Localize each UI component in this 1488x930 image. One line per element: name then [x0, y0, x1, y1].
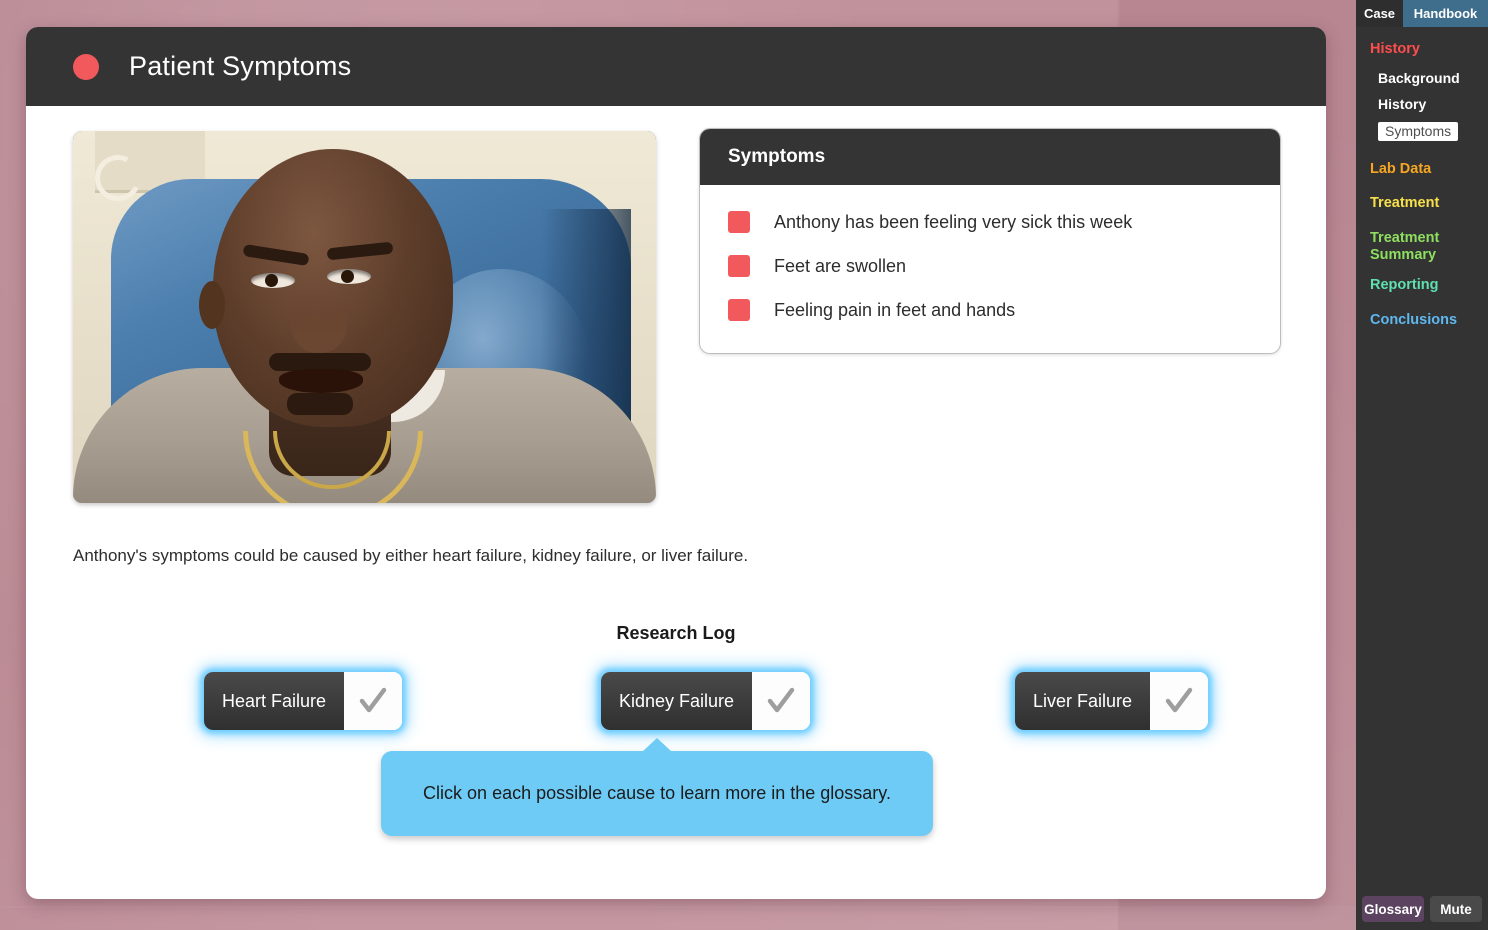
symptoms-panel: Symptoms Anthony has been feeling very s… — [699, 128, 1281, 354]
instruction-callout: Click on each possible cause to learn mo… — [381, 751, 933, 836]
narrative-text: Anthony's symptoms could be caused by ei… — [73, 546, 749, 565]
list-item: Feeling pain in feet and hands — [728, 299, 1252, 321]
photo-patient-mouth — [279, 369, 363, 393]
instruction-callout-text: Click on each possible cause to learn mo… — [423, 783, 891, 803]
photo-patient-ear — [199, 281, 225, 329]
symptoms-list: Anthony has been feeling very sick this … — [700, 185, 1280, 353]
symptom-text: Feet are swollen — [774, 255, 907, 276]
sidebar-item-conclusions[interactable]: Conclusions — [1356, 312, 1488, 329]
symptom-bullet-icon — [728, 211, 750, 233]
photo-patient-eye-right — [327, 269, 371, 284]
glossary-button[interactable]: Glossary — [1362, 896, 1424, 922]
sidebar-item-treatment[interactable]: Treatment — [1356, 195, 1488, 212]
sidebar-nav: History Background History Symptoms Lab … — [1356, 27, 1488, 930]
cause-label[interactable]: Liver Failure — [1015, 672, 1151, 730]
sidebar-bottom-bar: Glossary Mute — [1356, 896, 1488, 922]
cause-chip-kidney-failure[interactable]: Kidney Failure — [601, 672, 811, 730]
photo-patient-nose — [291, 289, 347, 353]
card-body: Symptoms Anthony has been feeling very s… — [26, 106, 1326, 899]
tab-case[interactable]: Case — [1356, 0, 1403, 27]
record-dot-icon — [73, 53, 99, 80]
list-item: Feet are swollen — [728, 255, 1252, 277]
sidebar-item-reporting[interactable]: Reporting — [1356, 277, 1488, 294]
cause-label[interactable]: Kidney Failure — [601, 672, 753, 730]
cause-chip-liver-failure[interactable]: Liver Failure — [1015, 672, 1209, 730]
symptom-bullet-icon — [728, 299, 750, 321]
tab-handbook[interactable]: Handbook — [1403, 0, 1488, 27]
research-log-heading: Research Log — [616, 623, 736, 643]
symptom-text: Feeling pain in feet and hands — [774, 299, 1016, 320]
sidebar-tabs: Case Handbook — [1356, 0, 1488, 27]
photo-patient-eye-left — [251, 273, 295, 288]
cause-checkbox-kidney-failure[interactable] — [752, 672, 811, 730]
sidebar: Case Handbook History Background History… — [1356, 0, 1488, 930]
research-log-causes: Heart Failure Kidney Failure Liver Failu… — [73, 672, 1279, 742]
sidebar-item-background[interactable]: Background — [1356, 70, 1488, 86]
card-header: Patient Symptoms — [26, 27, 1326, 106]
sidebar-item-lab-data[interactable]: Lab Data — [1356, 161, 1488, 178]
cause-chip-heart-failure[interactable]: Heart Failure — [204, 672, 403, 730]
symptom-bullet-icon — [728, 255, 750, 277]
patient-photo — [73, 131, 656, 503]
sidebar-item-history[interactable]: History — [1356, 96, 1488, 112]
sidebar-item-history-section[interactable]: History — [1356, 41, 1488, 58]
symptom-text: Anthony has been feeling very sick this … — [774, 211, 1133, 232]
symptoms-panel-header: Symptoms — [700, 129, 1280, 185]
content-card: Patient Symptoms Symptoms Anthony has be… — [26, 27, 1326, 899]
symptoms-panel-title: Symptoms — [728, 146, 826, 167]
list-item: Anthony has been feeling very sick this … — [728, 211, 1252, 233]
app-root: Patient Symptoms Symptoms Anthony has be… — [0, 0, 1488, 930]
sidebar-item-symptoms[interactable]: Symptoms — [1378, 121, 1459, 141]
cause-checkbox-heart-failure[interactable] — [344, 672, 403, 730]
photo-patient-chin-beard — [287, 393, 353, 415]
sidebar-item-treatment-summary[interactable]: Treatment Summary — [1356, 230, 1452, 263]
background-bottom-block — [0, 906, 1356, 930]
cause-label[interactable]: Heart Failure — [204, 672, 345, 730]
mute-button[interactable]: Mute — [1430, 896, 1482, 922]
page-title: Patient Symptoms — [129, 51, 352, 81]
cause-checkbox-liver-failure[interactable] — [1150, 672, 1209, 730]
